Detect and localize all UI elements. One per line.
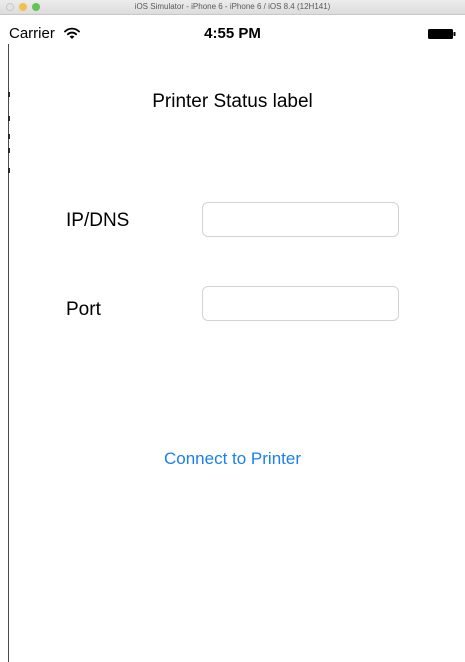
port-field[interactable] — [202, 286, 399, 321]
ip-dns-field[interactable] — [202, 202, 399, 237]
status-clock: 4:55 PM — [204, 25, 261, 42]
edge-tick — [8, 116, 10, 121]
edge-tick — [8, 134, 10, 139]
printer-status-label: Printer Status label — [152, 91, 313, 112]
window-titlebar: iOS Simulator - iPhone 6 - iPhone 6 / iO… — [0, 0, 465, 15]
simulator-window: iOS Simulator - iPhone 6 - iPhone 6 / iO… — [0, 0, 465, 662]
ip-dns-label: IP/DNS — [66, 210, 130, 231]
battery-icon — [428, 29, 456, 39]
edge-tick — [8, 168, 10, 173]
port-label: Port — [66, 299, 101, 320]
window-title: iOS Simulator - iPhone 6 - iPhone 6 / iO… — [134, 2, 331, 11]
connect-to-printer-button[interactable]: Connect to Printer — [0, 446, 465, 472]
edge-tick — [8, 148, 10, 153]
ios-status-bar: Carrier 4:55 PM — [0, 22, 465, 42]
